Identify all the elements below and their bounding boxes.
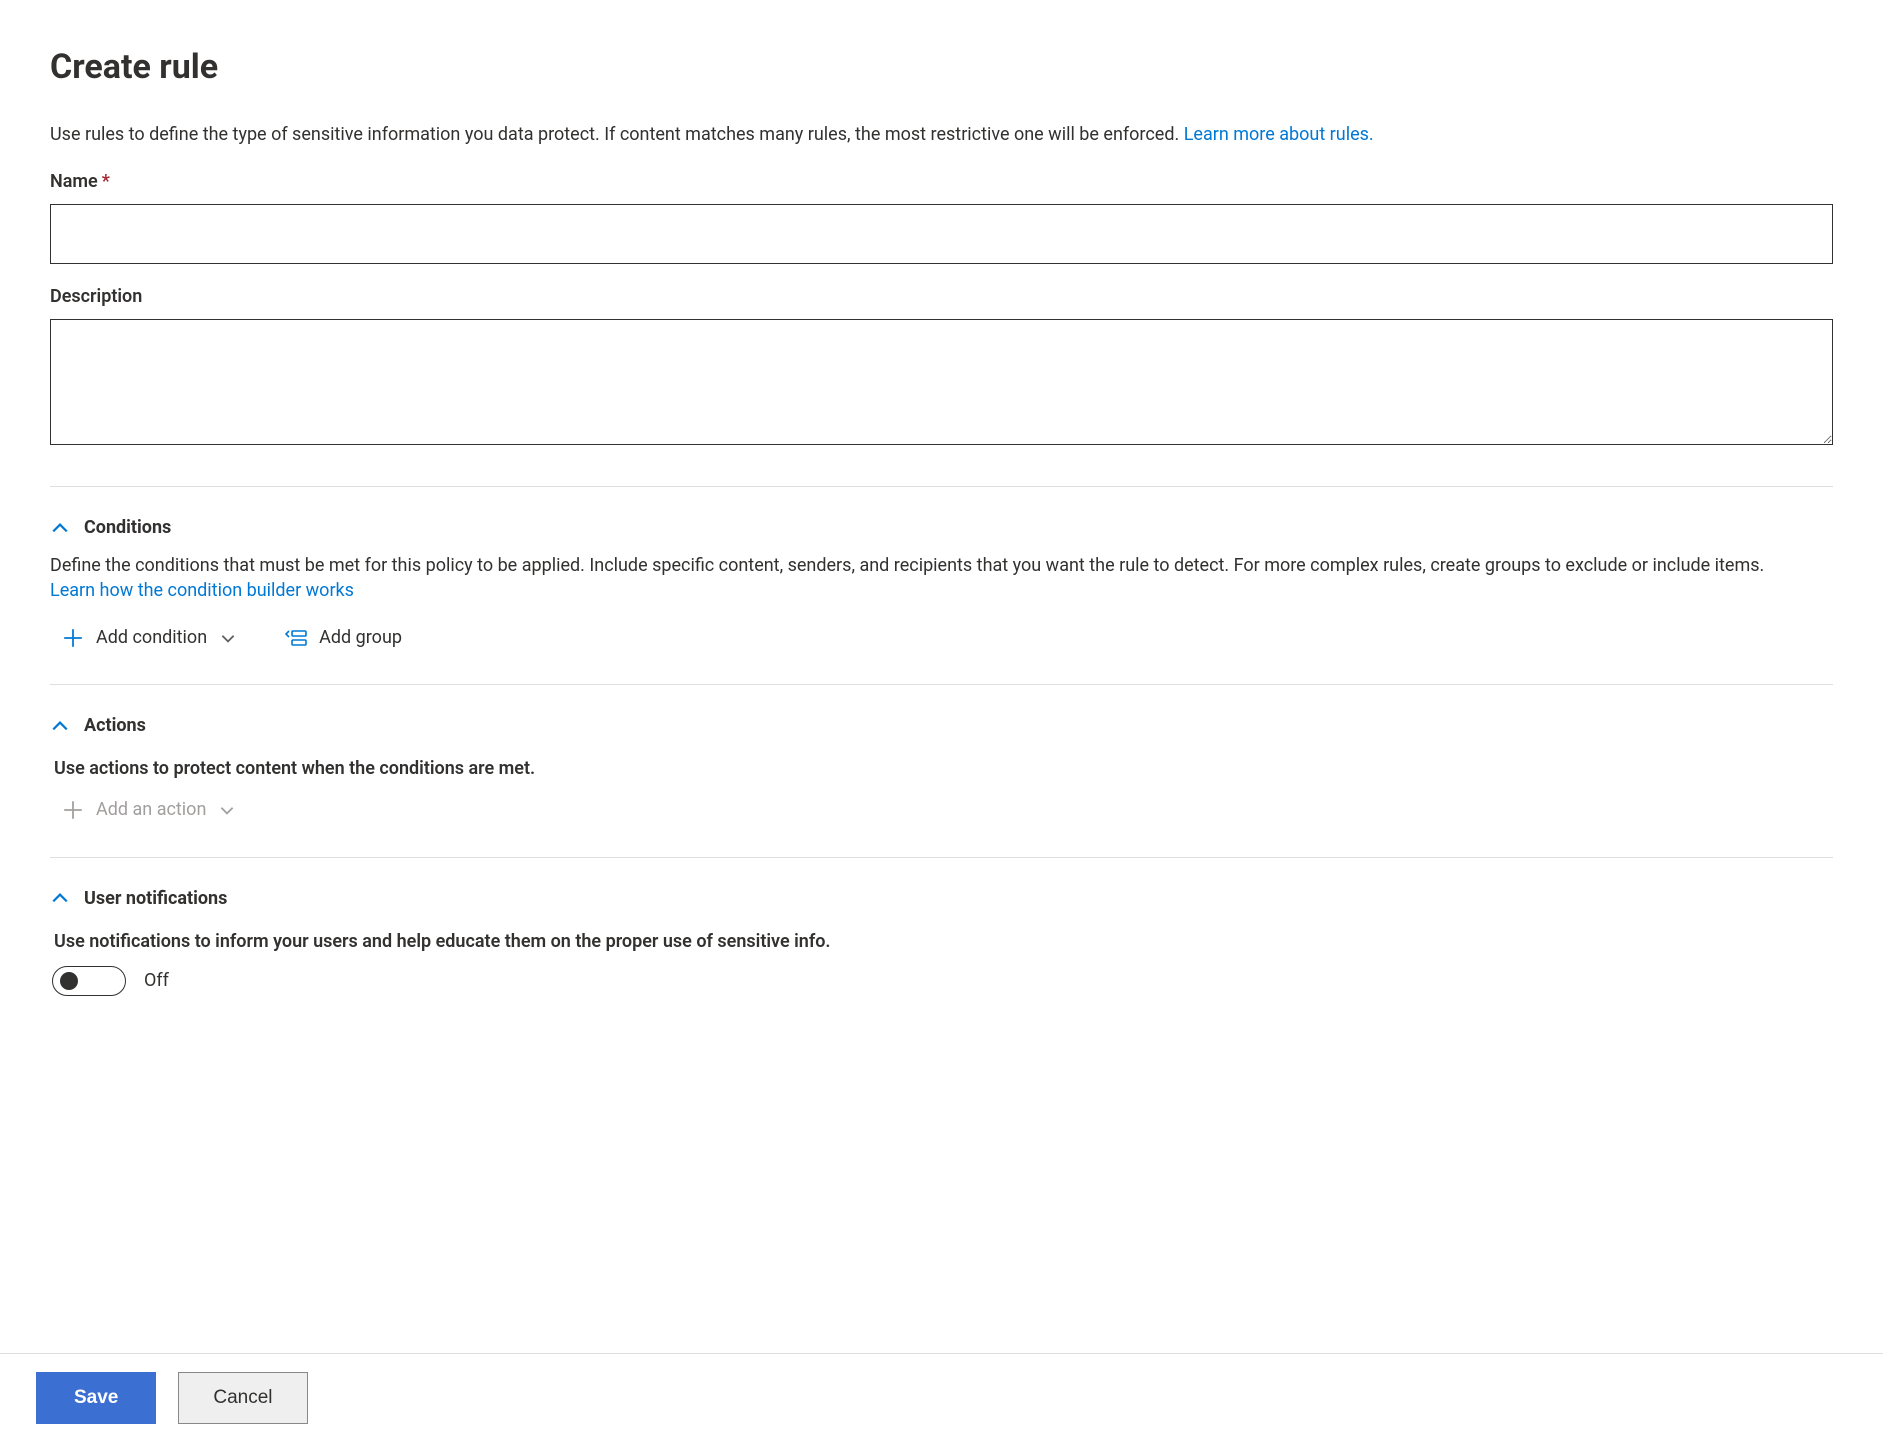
name-label-text: Name: [50, 171, 98, 192]
chevron-up-icon: [50, 518, 70, 538]
learn-more-rules-link[interactable]: Learn more about rules.: [1184, 124, 1374, 145]
name-input[interactable]: [50, 204, 1833, 264]
chevron-up-icon: [50, 716, 70, 736]
divider: [50, 684, 1833, 685]
condition-builder-link[interactable]: Learn how the condition builder works: [50, 580, 354, 601]
chevron-up-icon: [50, 888, 70, 908]
intro-text: Use rules to define the type of sensitiv…: [50, 122, 1810, 147]
notifications-desc: Use notifications to inform your users a…: [54, 929, 1833, 954]
conditions-title: Conditions: [84, 515, 171, 540]
add-action-button[interactable]: Add an action: [62, 797, 236, 822]
add-group-label: Add group: [319, 625, 402, 650]
description-textarea[interactable]: [50, 319, 1833, 445]
plus-icon: [62, 799, 84, 821]
add-group-button[interactable]: Add group: [285, 625, 402, 650]
chevron-down-icon: [219, 629, 237, 647]
conditions-desc: Define the conditions that must be met f…: [50, 553, 1810, 603]
chevron-down-icon: [218, 801, 236, 819]
notifications-toggle-state: Off: [144, 968, 169, 993]
add-condition-button[interactable]: Add condition: [62, 625, 237, 650]
description-label: Description: [50, 284, 1833, 309]
footer-bar: Save Cancel: [0, 1353, 1883, 1444]
actions-title: Actions: [84, 713, 146, 738]
intro-text-body: Use rules to define the type of sensitiv…: [50, 124, 1184, 145]
group-icon: [285, 627, 307, 649]
name-label: Name*: [50, 169, 1833, 194]
cancel-button[interactable]: Cancel: [178, 1372, 307, 1424]
page-title: Create rule: [50, 44, 1833, 92]
notifications-toggle[interactable]: [52, 966, 126, 996]
actions-header[interactable]: Actions: [50, 713, 1833, 738]
add-action-label: Add an action: [96, 797, 206, 822]
save-button[interactable]: Save: [36, 1372, 156, 1424]
required-indicator: *: [102, 171, 110, 192]
conditions-desc-text: Define the conditions that must be met f…: [50, 555, 1764, 576]
conditions-header[interactable]: Conditions: [50, 515, 1833, 540]
divider: [50, 857, 1833, 858]
toggle-knob: [60, 972, 78, 990]
actions-desc: Use actions to protect content when the …: [54, 756, 1833, 781]
notifications-title: User notifications: [84, 886, 227, 911]
plus-icon: [62, 627, 84, 649]
notifications-header[interactable]: User notifications: [50, 886, 1833, 911]
divider: [50, 486, 1833, 487]
add-condition-label: Add condition: [96, 625, 207, 650]
